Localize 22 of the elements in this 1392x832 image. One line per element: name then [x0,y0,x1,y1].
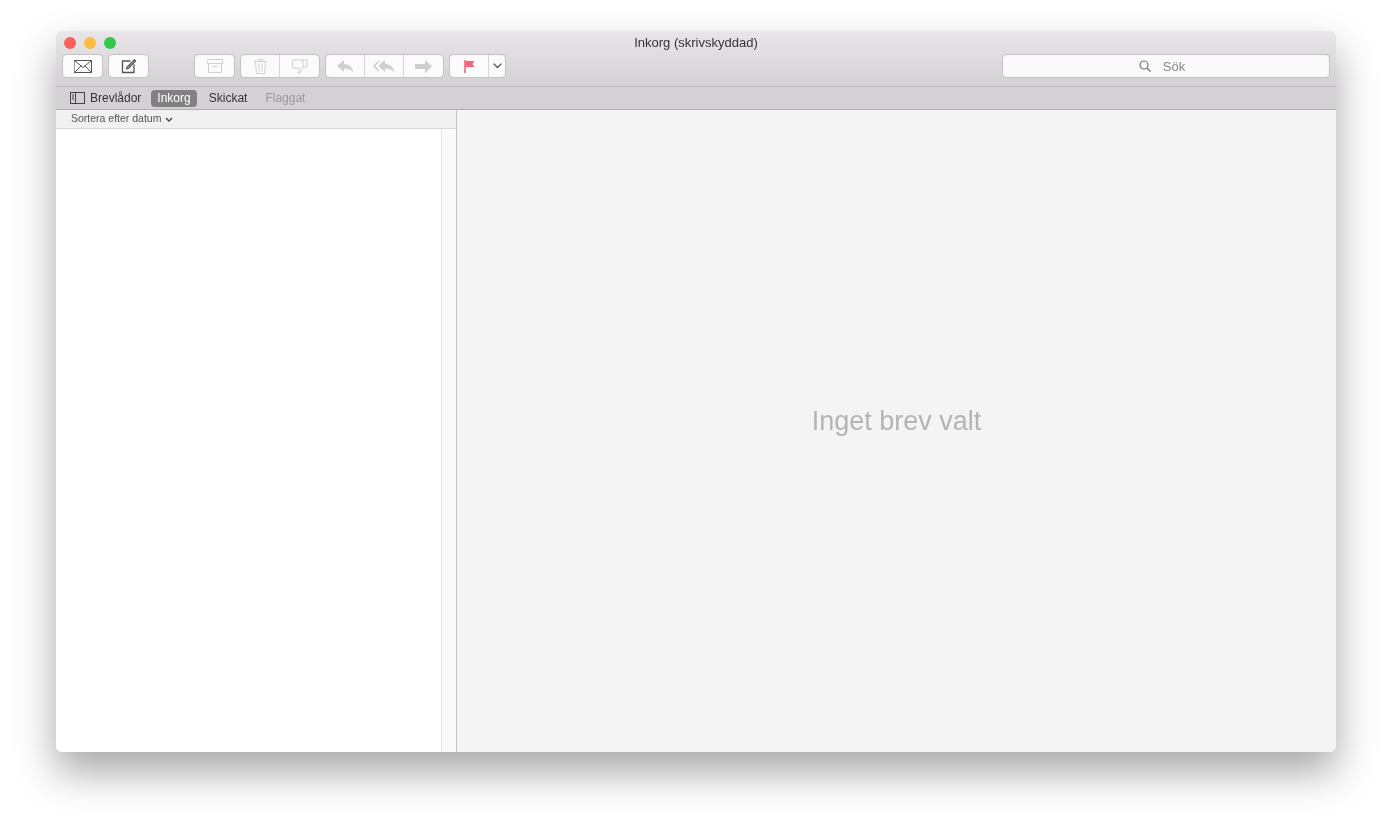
forward-arrow-icon [415,59,432,73]
sidebar-icon [70,92,85,104]
search-icon [1139,60,1151,72]
minimize-icon[interactable] [84,37,96,49]
compose-icon [121,58,136,74]
mailboxes-button[interactable]: Brevlådor [70,89,146,107]
window-title: Inkorg (skrivskyddad) [634,35,758,50]
reply-icon [336,59,354,73]
favorite-mailbox[interactable]: Skickat [202,89,254,107]
thumbs-down-icon [291,58,308,74]
close-icon[interactable] [64,37,76,49]
caret-icon [492,63,502,69]
archive-icon [206,59,223,73]
empty-message: Inget brev valt [811,404,982,438]
search-field[interactable]: Sök [1003,55,1329,77]
trash-icon [253,58,267,74]
favorite-mailbox[interactable]: Inkorg [151,89,197,107]
reply-all-icon [373,59,395,73]
envelope-icon [73,59,92,73]
zoom-icon[interactable] [104,37,116,49]
flag-icon [463,59,475,73]
chevron-down-icon [165,116,174,122]
